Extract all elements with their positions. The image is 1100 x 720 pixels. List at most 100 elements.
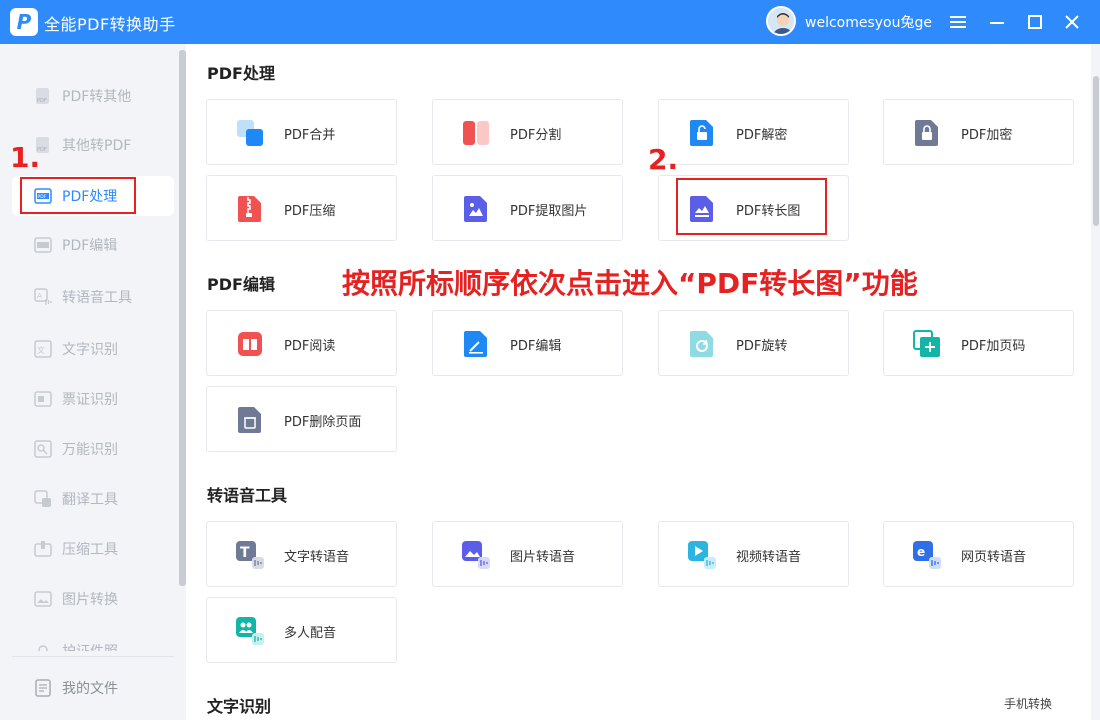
card-label: PDF删除页面 bbox=[284, 415, 362, 430]
speech-icon: A bbox=[34, 288, 52, 305]
book-icon bbox=[238, 332, 262, 356]
sidebar-item-ticket-ocr[interactable]: 票证识别 bbox=[12, 379, 174, 419]
rotate-file-icon bbox=[690, 331, 713, 357]
card-video-to-speech[interactable]: 视频转语音 bbox=[658, 521, 849, 587]
card-label: PDF合并 bbox=[284, 128, 336, 143]
sidebar-item-compress[interactable]: 压缩工具 bbox=[12, 529, 174, 569]
card-pdf-merge[interactable]: PDF合并 bbox=[206, 99, 397, 165]
image-file-icon bbox=[464, 196, 487, 222]
menu-button[interactable] bbox=[943, 6, 975, 38]
close-button[interactable] bbox=[1056, 6, 1088, 38]
sidebar-item-label: 万能识别 bbox=[62, 442, 118, 458]
card-pdf-compress[interactable]: PDF压缩 bbox=[206, 175, 397, 241]
sidebar-item-text-ocr[interactable]: 文 文字识别 bbox=[12, 329, 174, 369]
main-scrollbar[interactable] bbox=[1093, 76, 1099, 226]
sidebar-item-label: 转语音工具 bbox=[62, 290, 132, 306]
annotation-step-2: 2. bbox=[648, 143, 679, 176]
card-label: PDF分割 bbox=[510, 128, 562, 143]
card-label: PDF提取图片 bbox=[510, 204, 588, 219]
card-pdf-delete-page[interactable]: PDF删除页面 bbox=[206, 386, 397, 452]
card-pdf-encrypt[interactable]: PDF加密 bbox=[883, 99, 1074, 165]
card-label: PDF阅读 bbox=[284, 339, 336, 354]
sidebar-item-image-convert[interactable]: 图片转换 bbox=[12, 579, 174, 619]
svg-text:A: A bbox=[37, 292, 42, 300]
universal-ocr-icon bbox=[34, 440, 52, 458]
card-label: PDF旋转 bbox=[736, 339, 788, 354]
multi-voice-icon bbox=[236, 617, 264, 645]
sidebar-item-label: 翻译工具 bbox=[62, 492, 118, 508]
sidebar-item-pdf-edit[interactable]: PDF编辑 bbox=[12, 225, 174, 265]
card-label: 网页转语音 bbox=[961, 550, 1027, 565]
sidebar-item-pdf-to-other[interactable]: PDF PDF转其他 bbox=[12, 76, 174, 116]
minimize-icon bbox=[990, 22, 1004, 24]
trash-file-icon bbox=[238, 407, 261, 433]
sidebar-scrollbar[interactable] bbox=[179, 50, 186, 586]
svg-text:T: T bbox=[240, 545, 250, 561]
card-pdf-read[interactable]: PDF阅读 bbox=[206, 310, 397, 376]
card-label: 文字转语音 bbox=[284, 550, 350, 565]
sidebar-item-label: 票证识别 bbox=[62, 392, 118, 408]
sidebar-item-label: PDF编辑 bbox=[62, 238, 118, 254]
hamburger-icon bbox=[950, 16, 966, 28]
video-speech-icon bbox=[688, 541, 716, 569]
card-label: PDF编辑 bbox=[510, 339, 562, 354]
lock-file-icon bbox=[915, 120, 938, 146]
image-convert-icon bbox=[34, 591, 52, 607]
card-text-to-speech[interactable]: T 文字转语音 bbox=[206, 521, 397, 587]
pdf-edit-icon bbox=[34, 237, 52, 253]
username[interactable]: welcomesyou兔ge bbox=[805, 12, 932, 32]
annotation-instruction: 按照所标顺序依次点击进入“PDF转长图”功能 bbox=[342, 267, 918, 300]
card-pdf-add-page-number[interactable]: PDF加页码 bbox=[883, 310, 1074, 376]
text-ocr-icon: 文 bbox=[34, 340, 52, 358]
annotation-box-step-2 bbox=[676, 178, 827, 235]
annotation-step-1: 1. bbox=[10, 141, 41, 174]
maximize-icon bbox=[1028, 15, 1042, 29]
card-label: PDF压缩 bbox=[284, 204, 336, 219]
svg-text:PDF: PDF bbox=[37, 98, 47, 104]
translate-icon bbox=[34, 490, 51, 507]
card-pdf-decrypt[interactable]: PDF解密 bbox=[658, 99, 849, 165]
sidebar-item-speech[interactable]: A 转语音工具 bbox=[12, 277, 174, 317]
annotation-box-step-1 bbox=[20, 177, 136, 214]
sidebar-item-label: 图片转换 bbox=[62, 592, 118, 608]
card-pdf-rotate[interactable]: PDF旋转 bbox=[658, 310, 849, 376]
card-image-to-speech[interactable]: 图片转语音 bbox=[432, 521, 623, 587]
section-title-pdf-process: PDF处理 bbox=[207, 64, 275, 83]
minimize-button[interactable] bbox=[981, 6, 1013, 38]
ticket-ocr-icon bbox=[34, 391, 52, 407]
sidebar-item-label: 其他转PDF bbox=[62, 138, 132, 154]
sidebar-divider bbox=[12, 656, 174, 657]
text-speech-icon: T bbox=[236, 541, 264, 569]
file-icon bbox=[35, 679, 51, 697]
title-bar: P 全能PDF转换助手 welcomesyou兔ge bbox=[0, 0, 1100, 44]
card-label: 视频转语音 bbox=[736, 550, 802, 565]
card-multi-voice-dubbing[interactable]: 多人配音 bbox=[206, 597, 397, 663]
card-web-to-speech[interactable]: e 网页转语音 bbox=[883, 521, 1074, 587]
zip-file-icon bbox=[238, 196, 261, 222]
app-title: 全能PDF转换助手 bbox=[44, 15, 176, 34]
app-logo: P bbox=[10, 8, 38, 36]
sidebar-item-id-photo[interactable]: 护证件照 bbox=[12, 629, 174, 651]
id-photo-icon bbox=[38, 645, 48, 651]
card-label: PDF加密 bbox=[961, 128, 1013, 143]
card-label: PDF加页码 bbox=[961, 339, 1026, 354]
edit-file-icon bbox=[464, 331, 487, 357]
phone-convert-link[interactable]: 手机转换 bbox=[1004, 695, 1052, 712]
svg-text:e: e bbox=[917, 545, 925, 559]
sidebar-item-translate[interactable]: 翻译工具 bbox=[12, 479, 174, 519]
pdf-export-icon: PDF bbox=[36, 88, 49, 104]
sidebar-item-label: 压缩工具 bbox=[62, 542, 118, 558]
sidebar-item-label: 文字识别 bbox=[62, 342, 118, 358]
avatar[interactable] bbox=[766, 6, 796, 36]
maximize-button[interactable] bbox=[1019, 6, 1051, 38]
card-label: 多人配音 bbox=[284, 626, 337, 641]
merge-icon bbox=[237, 120, 263, 146]
sidebar-item-universal-ocr[interactable]: 万能识别 bbox=[12, 429, 174, 469]
sidebar-item-label: PDF转其他 bbox=[62, 89, 132, 105]
add-page-icon bbox=[913, 330, 940, 357]
my-files-label: 我的文件 bbox=[62, 681, 118, 697]
card-pdf-extract-images[interactable]: PDF提取图片 bbox=[432, 175, 623, 241]
my-files-button[interactable]: 我的文件 bbox=[12, 668, 174, 708]
card-pdf-split[interactable]: PDF分割 bbox=[432, 99, 623, 165]
card-pdf-edit[interactable]: PDF编辑 bbox=[432, 310, 623, 376]
